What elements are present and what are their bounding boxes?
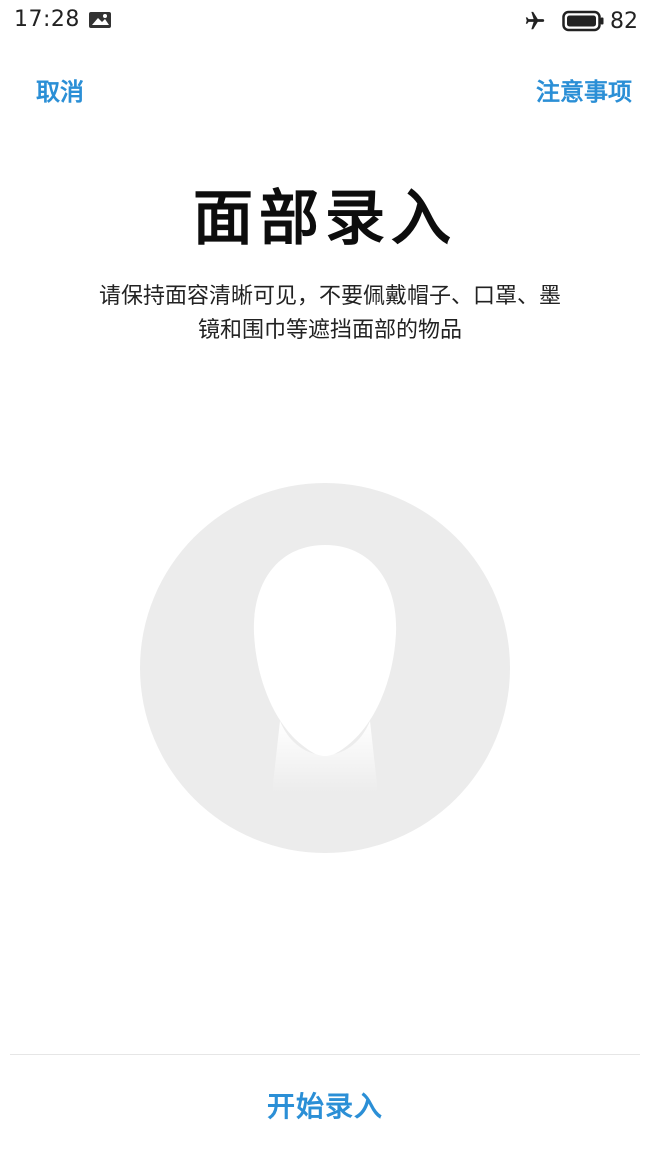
status-icons: 82 bbox=[524, 7, 638, 35]
instruction-text: 请保持面容清晰可见，不要佩戴帽子、口罩、墨镜和围巾等遮挡面部的物品 bbox=[98, 284, 561, 343]
status-time: 17:28 bbox=[14, 7, 80, 32]
bottom-divider bbox=[10, 1054, 640, 1055]
notes-button[interactable]: 注意事项 bbox=[536, 72, 632, 107]
battery-icon bbox=[562, 10, 604, 32]
status-bar: 17:28 82 bbox=[0, 0, 650, 44]
face-outline-icon bbox=[140, 483, 510, 853]
battery-level: 82 bbox=[610, 8, 638, 34]
start-enrollment-button[interactable]: 开始录入 bbox=[0, 1056, 650, 1154]
cancel-button[interactable]: 取消 bbox=[36, 72, 84, 107]
airplane-mode-icon bbox=[525, 11, 545, 30]
gallery-notification-icon bbox=[89, 12, 111, 28]
page-title: 面部录入 bbox=[193, 184, 457, 254]
